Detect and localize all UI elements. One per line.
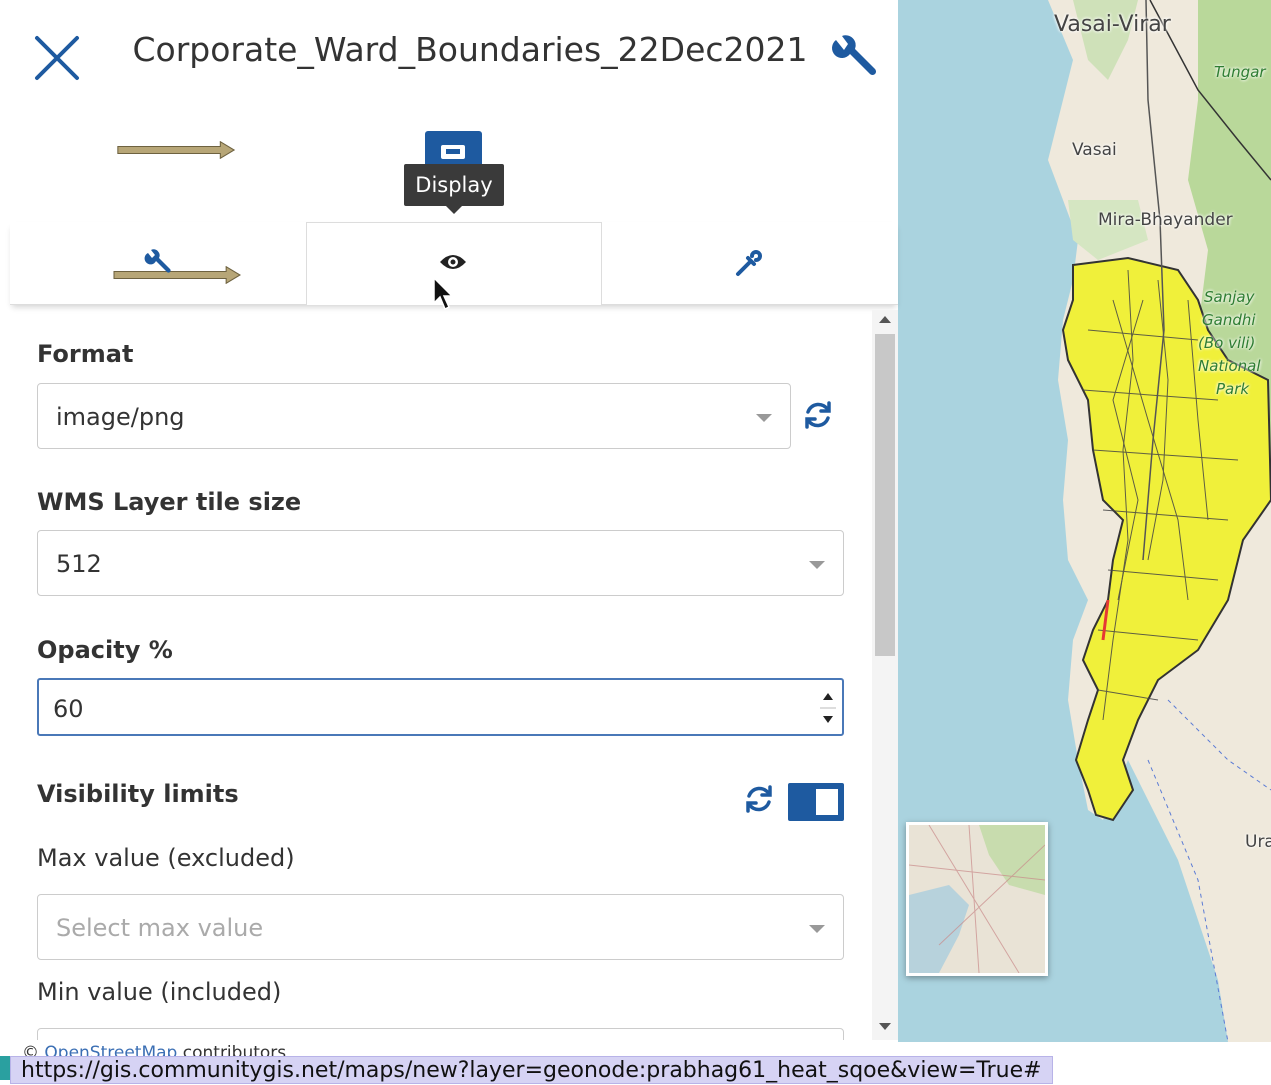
map-label-park-3: (Bo vili): [1198, 334, 1256, 352]
display-tooltip: Display: [404, 164, 504, 214]
layer-settings-panel: Corporate_Ward_Boundaries_22Dec2021 Disp…: [10, 0, 898, 1042]
panel-header: Corporate_Ward_Boundaries_22Dec2021: [10, 0, 898, 110]
chevron-down-icon: [809, 561, 825, 569]
tile-size-select[interactable]: 512: [37, 530, 844, 596]
tile-size-value: 512: [56, 550, 102, 578]
max-value-placeholder: Select max value: [56, 914, 264, 942]
opacity-value: 60: [53, 695, 84, 723]
layer-tools-button[interactable]: [826, 32, 878, 84]
refresh-format-icon[interactable]: [801, 398, 835, 432]
chevron-down-icon: [756, 414, 772, 422]
eyedropper-icon: [736, 250, 762, 276]
tab-display[interactable]: [306, 222, 602, 311]
panel-scrollbar[interactable]: [872, 310, 898, 1040]
map-label-vasai-virar: Vasai-Virar: [1054, 12, 1171, 37]
scroll-up-icon[interactable]: [879, 316, 891, 323]
overview-map[interactable]: [906, 822, 1048, 976]
wrench-icon: [832, 35, 877, 76]
display-settings-form: Format image/png WMS Layer tile size 512…: [10, 310, 870, 1040]
opacity-spinner[interactable]: [820, 686, 836, 730]
min-value-label: Min value (included): [37, 978, 282, 1006]
format-select[interactable]: image/png: [37, 383, 791, 449]
map-label-park-1: Sanjay: [1204, 288, 1255, 306]
visibility-limits-label: Visibility limits: [37, 780, 239, 808]
format-value: image/png: [56, 403, 185, 431]
map-label-park-2: Gandhi: [1202, 311, 1256, 329]
edge-marker: [0, 1056, 10, 1080]
scroll-down-icon[interactable]: [879, 1023, 891, 1030]
format-label: Format: [37, 340, 134, 368]
max-value-select[interactable]: Select max value: [37, 894, 844, 960]
wrench-icon: [144, 249, 171, 273]
map-label-tungar: Tungar: [1214, 63, 1266, 81]
map-label-park-4: National: [1198, 357, 1261, 375]
layer-title: Corporate_Ward_Boundaries_22Dec2021: [132, 30, 808, 69]
map-label-ura: Ura: [1245, 832, 1271, 852]
chevron-down-icon: [809, 925, 825, 933]
max-value-label: Max value (excluded): [37, 844, 295, 872]
annotation-arrow-top: [117, 141, 236, 159]
eye-icon: [440, 255, 466, 269]
settings-tabs: [10, 222, 898, 311]
refresh-visibility-icon[interactable]: [742, 782, 776, 816]
map-label-vasai: Vasai: [1072, 140, 1117, 160]
visibility-limits-toggle[interactable]: [788, 783, 844, 821]
opacity-input[interactable]: 60: [37, 678, 844, 736]
close-icon: [35, 36, 79, 80]
close-button[interactable]: [32, 33, 82, 83]
tile-size-label: WMS Layer tile size: [37, 488, 302, 516]
scrollbar-thumb[interactable]: [875, 334, 895, 656]
min-value-select[interactable]: [37, 1028, 844, 1040]
map-label-mira-bhayander: Mira-Bhayander: [1098, 210, 1233, 230]
tab-style[interactable]: [600, 222, 898, 304]
opacity-label: Opacity %: [37, 636, 173, 664]
mouse-cursor-icon: [433, 277, 453, 311]
tab-general[interactable]: [10, 222, 306, 304]
map-label-park-5: Park: [1216, 380, 1250, 398]
